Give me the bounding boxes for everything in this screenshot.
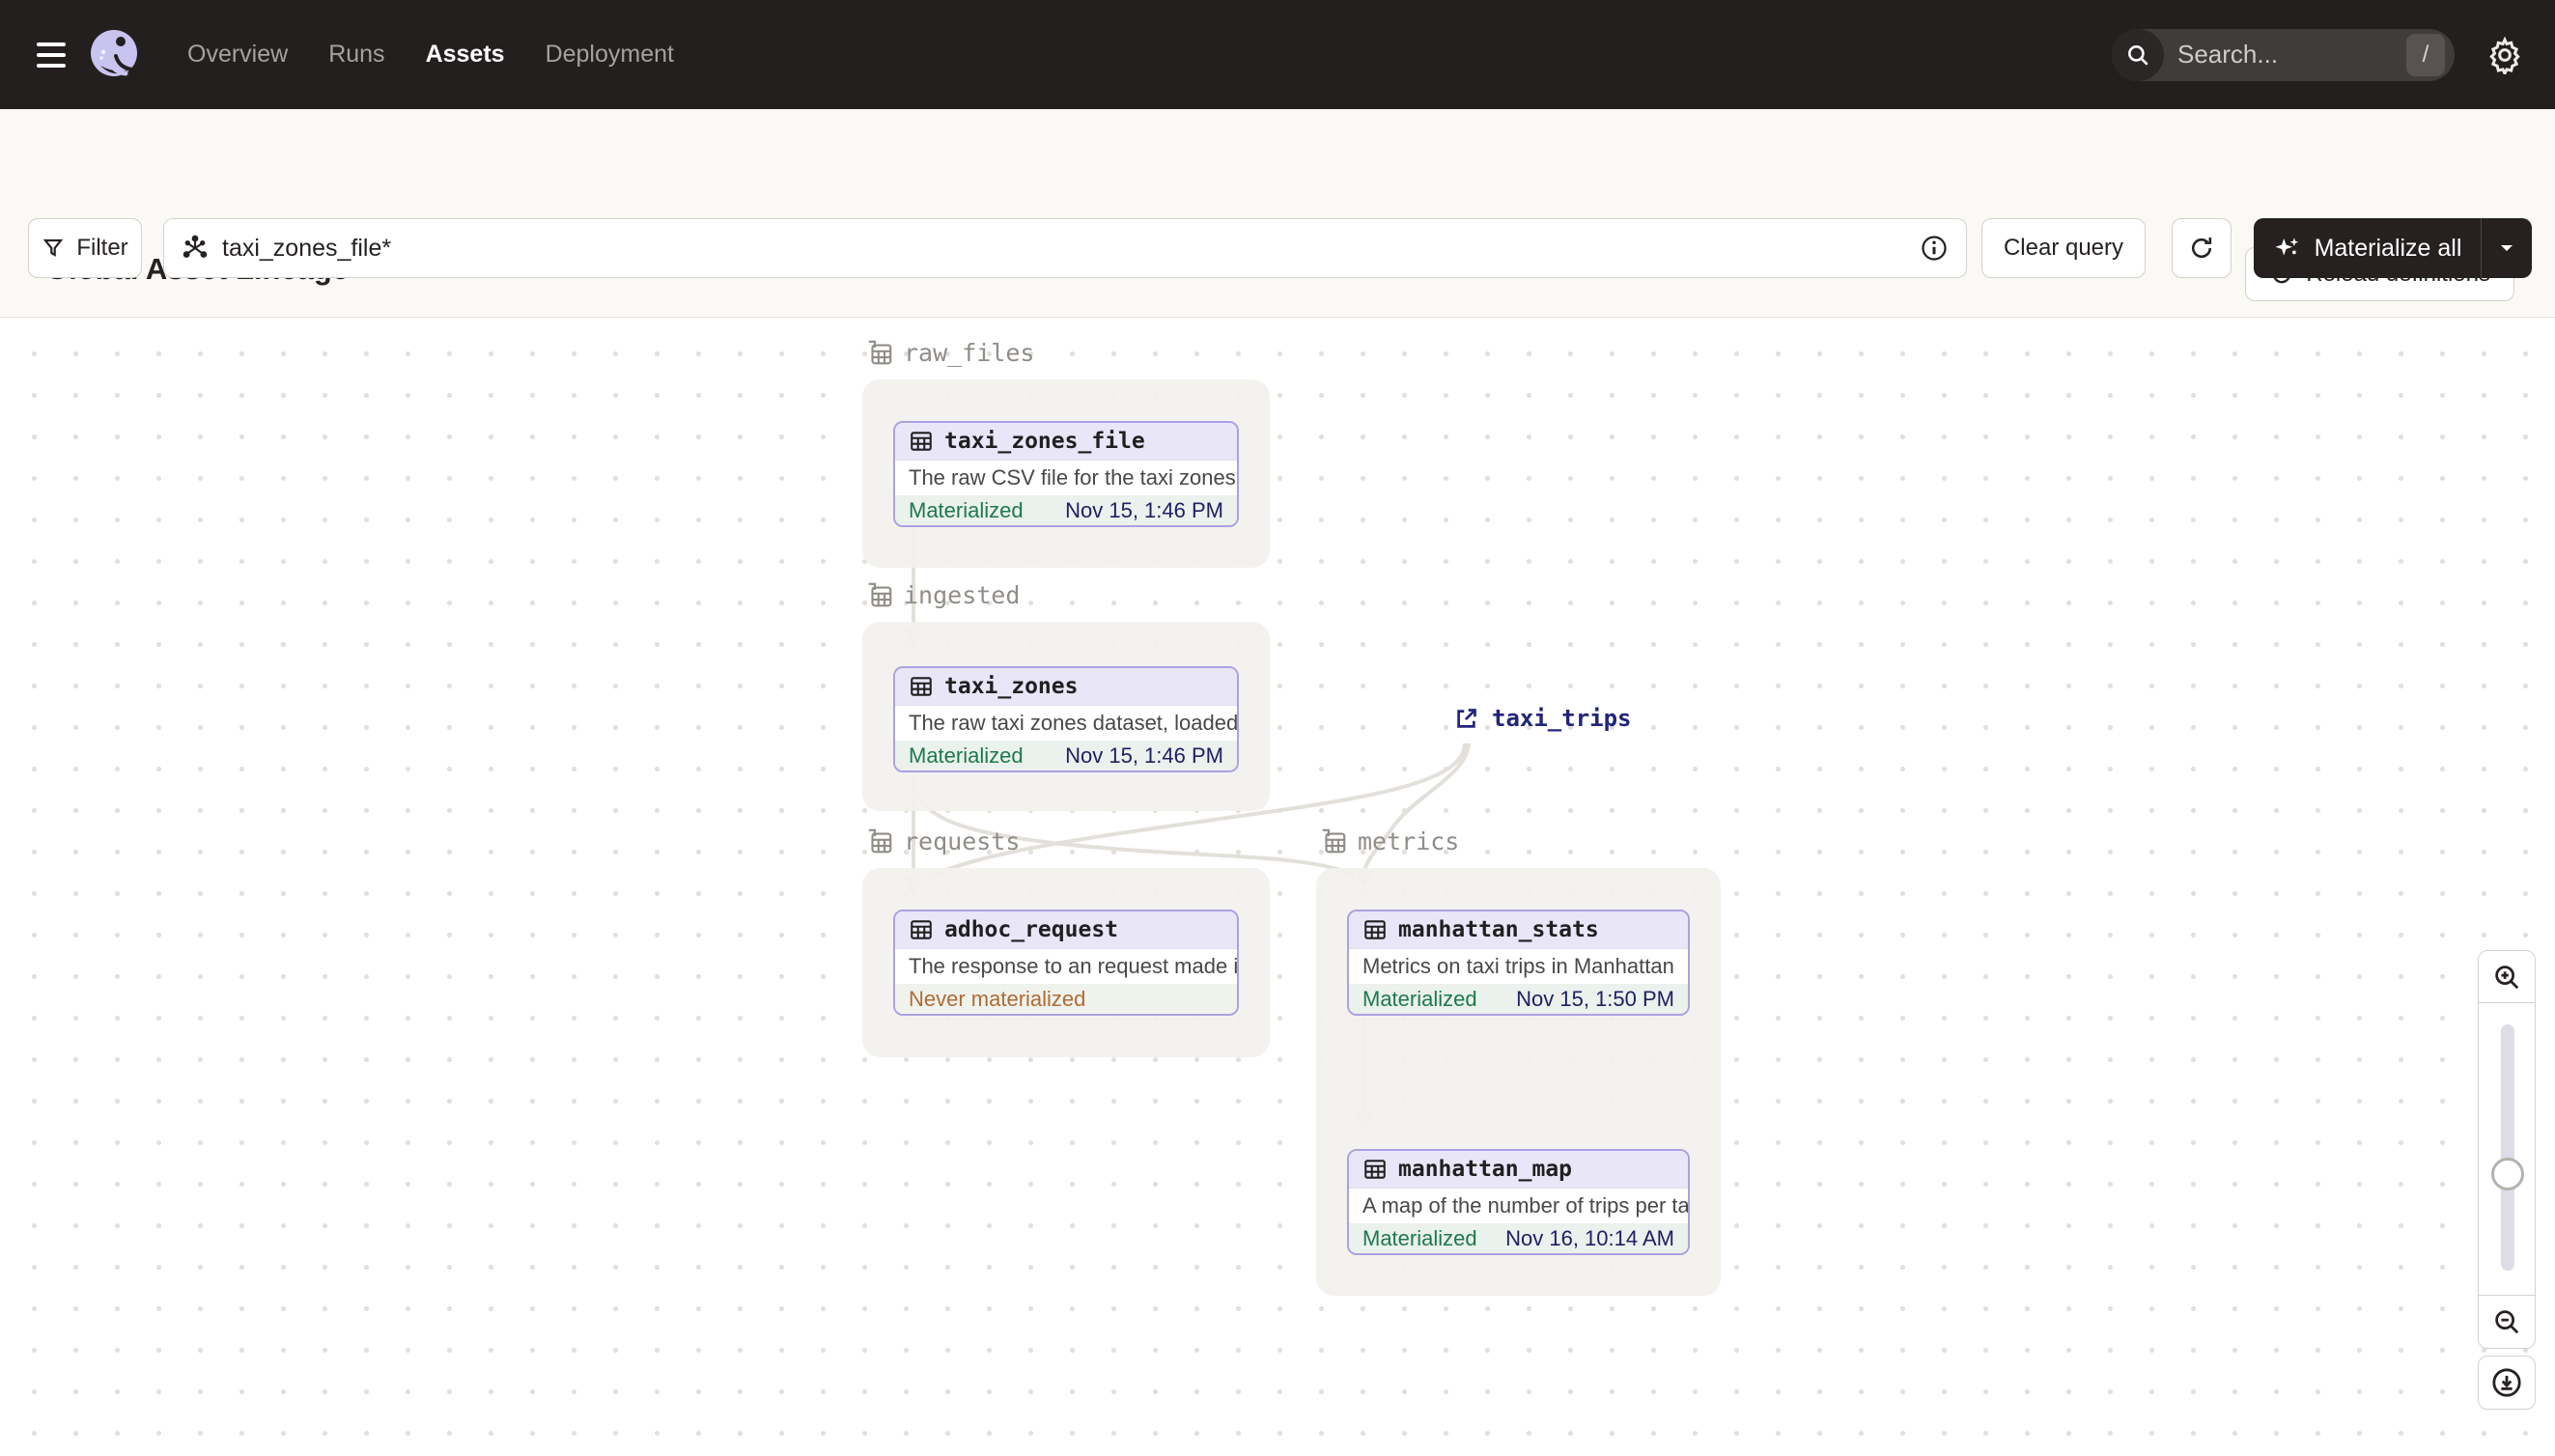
materialization-timestamp: Nov 15, 1:50 PM — [1516, 986, 1674, 1011]
search-placeholder: Search... — [2177, 40, 2279, 69]
nav-item-assets[interactable]: Assets — [426, 41, 505, 69]
asset-node-taxi-zones-file[interactable]: taxi_zones_file The raw CSV file for the… — [893, 421, 1239, 527]
external-asset-taxi-trips[interactable]: taxi_trips — [1453, 705, 1632, 732]
group-label-ingested[interactable]: ingested — [865, 580, 1020, 609]
zoom-controls — [2478, 950, 2536, 1349]
table-icon — [911, 677, 932, 696]
dagster-logo-icon[interactable] — [87, 27, 143, 83]
asset-name: adhoc_request — [944, 917, 1119, 942]
asset-group-icon — [868, 582, 892, 607]
hamburger-menu-icon[interactable] — [37, 42, 66, 68]
zoom-slider-track[interactable] — [2501, 1024, 2514, 1271]
table-icon — [911, 920, 932, 939]
lineage-edges — [904, 527, 1471, 1131]
asset-query-field — [163, 218, 1967, 278]
search-icon — [2112, 28, 2164, 81]
query-info-icon[interactable] — [1920, 234, 1949, 263]
table-icon — [911, 432, 932, 451]
status-badge: Materialized — [909, 742, 1024, 768]
materialization-timestamp: Nov 16, 10:14 AM — [1505, 1225, 1674, 1250]
asset-description: The response to an request made in th... — [909, 954, 1237, 978]
table-icon — [1364, 920, 1386, 939]
materialize-options-caret[interactable] — [2482, 218, 2532, 278]
primary-nav: Overview Runs Assets Deployment — [187, 41, 674, 69]
global-search-input[interactable]: Search... / — [2112, 28, 2455, 81]
search-shortcut-badge: / — [2406, 33, 2445, 76]
settings-gear-icon[interactable] — [2484, 34, 2526, 76]
materialize-all-button[interactable]: Materialize all — [2254, 218, 2532, 278]
external-link-icon — [1457, 708, 1476, 728]
filter-button[interactable]: Filter — [28, 218, 142, 278]
asset-name: manhattan_map — [1398, 1157, 1573, 1182]
asset-description: The raw taxi zones dataset, loaded int..… — [909, 711, 1237, 735]
asset-group-icon — [1322, 828, 1346, 854]
asset-group-icon — [868, 828, 892, 854]
zoom-slider-thumb[interactable] — [2491, 1158, 2524, 1190]
refresh-icon — [2192, 238, 2212, 259]
materialization-timestamp: Nov 15, 1:46 PM — [1065, 497, 1223, 522]
asset-selector-icon — [182, 235, 208, 258]
group-label-raw-files[interactable]: raw_files — [865, 338, 1034, 367]
zoom-out-icon — [2495, 1310, 2519, 1334]
status-badge: Never materialized — [909, 986, 1086, 1011]
filter-funnel-icon — [43, 238, 64, 257]
chevron-down-icon — [2501, 245, 2513, 251]
clear-query-button[interactable]: Clear query — [1981, 218, 2146, 278]
asset-description: The raw CSV file for the taxi zones dat.… — [909, 465, 1237, 490]
zoom-out-button[interactable] — [2478, 1296, 2536, 1349]
nav-item-overview[interactable]: Overview — [187, 41, 288, 69]
asset-group-icon — [868, 340, 892, 365]
status-badge: Materialized — [909, 497, 1024, 522]
group-label-requests[interactable]: requests — [865, 826, 1020, 855]
status-badge: Materialized — [1362, 1225, 1477, 1250]
asset-name: taxi_zones — [944, 674, 1079, 699]
zoom-in-button[interactable] — [2478, 950, 2536, 1003]
zoom-in-icon — [2495, 965, 2519, 989]
asset-node-manhattan-map[interactable]: manhattan_map A map of the number of tri… — [1347, 1149, 1690, 1255]
download-graph-button[interactable] — [2478, 1356, 2536, 1410]
asset-name: manhattan_stats — [1398, 917, 1599, 942]
nav-item-deployment[interactable]: Deployment — [546, 41, 674, 69]
status-badge: Materialized — [1362, 986, 1477, 1011]
asset-name: taxi_zones_file — [944, 429, 1145, 454]
nav-item-runs[interactable]: Runs — [328, 41, 384, 69]
refresh-graph-button[interactable] — [2172, 218, 2232, 278]
table-icon — [1364, 1160, 1386, 1179]
group-label-metrics[interactable]: metrics — [1319, 826, 1459, 855]
asset-description: A map of the number of trips per taxi z.… — [1362, 1193, 1688, 1218]
page-header: Global Asset Lineage Reload definitions … — [0, 109, 2555, 318]
top-nav-bar: Overview Runs Assets Deployment Search..… — [0, 0, 2555, 109]
materialization-timestamp: Nov 15, 1:46 PM — [1065, 742, 1223, 768]
asset-node-adhoc-request[interactable]: adhoc_request The response to an request… — [893, 910, 1239, 1016]
asset-node-taxi-zones[interactable]: taxi_zones The raw taxi zones dataset, l… — [893, 666, 1239, 772]
zoom-slider[interactable] — [2478, 1003, 2536, 1296]
asset-node-manhattan-stats[interactable]: manhattan_stats Metrics on taxi trips in… — [1347, 910, 1690, 1016]
asset-query-input[interactable] — [222, 234, 1920, 263]
download-icon — [2492, 1368, 2521, 1397]
sparkles-icon — [2275, 238, 2298, 256]
lineage-canvas[interactable]: raw_files ingested requests metrics taxi… — [0, 319, 2555, 1456]
asset-description: Metrics on taxi trips in Manhattan — [1362, 954, 1674, 978]
